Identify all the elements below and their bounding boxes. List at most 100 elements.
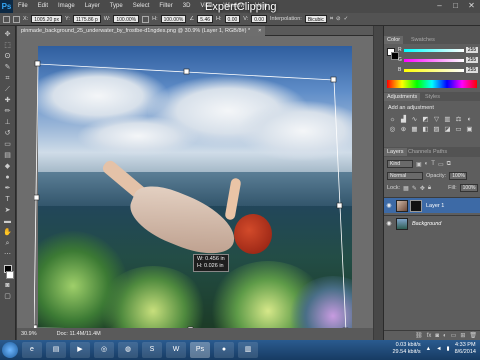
filter-type-icon[interactable]: T	[431, 161, 435, 167]
transform-handle[interactable]	[34, 60, 41, 67]
clock[interactable]: 4:33 PM 8/6/2014	[455, 342, 476, 356]
layer-name[interactable]: Background	[412, 221, 441, 227]
eraser-tool-icon[interactable]: ▭	[3, 140, 13, 149]
gradient-tool-icon[interactable]: ▤	[3, 151, 13, 160]
history-brush-tool-icon[interactable]: ↺	[3, 129, 13, 138]
chrome-icon[interactable]: ◎	[94, 342, 114, 358]
layer-name[interactable]: Layer 1	[426, 203, 444, 209]
layer-row-background[interactable]: ◉ Background	[384, 215, 480, 231]
reference-point-icon[interactable]	[13, 15, 20, 23]
explorer-icon[interactable]: ▤	[46, 342, 66, 358]
document-tab[interactable]: pinmade_background_25_underwater_by_fros…	[17, 25, 255, 36]
background-color-swatch[interactable]	[5, 271, 14, 279]
gradient-map-icon[interactable]: ▭	[454, 125, 463, 134]
layer-mask-thumbnail[interactable]	[410, 199, 422, 212]
levels-icon[interactable]: ▟	[399, 115, 408, 124]
transform-bounding-box[interactable]	[34, 56, 352, 338]
more-tools-icon[interactable]: ⋯	[3, 250, 13, 259]
filter-smart-icon[interactable]: ⧉	[447, 161, 451, 168]
curves-icon[interactable]: ∿	[410, 115, 419, 124]
commit-transform-icon[interactable]: ✓	[344, 16, 349, 22]
menu-file[interactable]: File	[13, 0, 33, 13]
filter-adjust-icon[interactable]: ◐	[425, 161, 429, 167]
clone-stamp-tool-icon[interactable]: ⊥	[3, 118, 13, 127]
photoshop-taskbar-icon[interactable]: Ps	[190, 342, 210, 358]
x-field[interactable]: 1005.20 px	[31, 15, 62, 23]
v-skew-field[interactable]: 0.00	[251, 15, 267, 23]
selective-color-icon[interactable]: ▣	[465, 125, 474, 134]
transform-handle[interactable]	[34, 194, 40, 201]
network-icon[interactable]: ▮	[447, 346, 450, 352]
close-icon[interactable]: ✕	[467, 1, 476, 10]
hue-saturation-icon[interactable]: ▥	[443, 115, 452, 124]
filter-pixel-icon[interactable]: ▣	[416, 161, 422, 168]
crop-tool-icon[interactable]: ⌗	[3, 74, 13, 83]
quick-select-tool-icon[interactable]: ✎	[3, 63, 13, 72]
visibility-eye-icon[interactable]: ◉	[384, 202, 394, 209]
word-icon[interactable]: W	[166, 342, 186, 358]
delete-layer-icon[interactable]: 🗑︎	[469, 332, 477, 339]
menu-type[interactable]: Type	[105, 0, 128, 13]
transform-tool-icon[interactable]	[3, 15, 10, 23]
ie-icon[interactable]: e	[22, 342, 42, 358]
color-lookup-icon[interactable]: ▦	[410, 125, 419, 134]
warp-icon[interactable]: ⌗	[330, 16, 333, 23]
fill-field[interactable]: 100%	[459, 184, 478, 192]
dodge-tool-icon[interactable]: ●	[3, 173, 13, 182]
channel-mixer-icon[interactable]: ⊕	[399, 125, 408, 134]
menu-layer[interactable]: Layer	[80, 0, 105, 13]
h-skew-field[interactable]: 0.00	[224, 15, 241, 23]
media-player-icon[interactable]: ▶	[70, 342, 90, 358]
transform-handle[interactable]	[183, 68, 190, 75]
new-group-icon[interactable]: ▭	[451, 332, 457, 339]
height-field[interactable]: 100.00%	[160, 15, 187, 23]
tray-arrow-icon[interactable]: ▲	[426, 346, 431, 352]
tab-adjustments[interactable]: Adjustments	[384, 93, 421, 101]
tab-swatches[interactable]: Swatches	[408, 36, 438, 44]
healing-brush-tool-icon[interactable]: ✚	[3, 96, 13, 105]
tab-styles[interactable]: Styles	[422, 93, 443, 101]
lock-all-icon[interactable]: 🔒︎	[428, 185, 431, 192]
r-slider[interactable]	[404, 49, 464, 52]
angle-field[interactable]: 5.46	[197, 15, 214, 23]
cancel-transform-icon[interactable]: ⊘	[336, 16, 341, 22]
move-tool-icon[interactable]: ✥	[3, 30, 13, 39]
recorder-icon[interactable]: ●	[214, 342, 234, 358]
color-spectrum-bar[interactable]	[387, 80, 477, 88]
y-field[interactable]: 1175.86 p	[72, 15, 101, 23]
new-layer-icon[interactable]: ⊞	[460, 332, 465, 339]
lock-transparent-icon[interactable]: ▦	[403, 185, 409, 192]
layer-row-layer-1[interactable]: ◉ Layer 1	[384, 197, 480, 213]
skype-icon[interactable]: S	[142, 342, 162, 358]
filter-shape-icon[interactable]: ▭	[438, 161, 444, 168]
opacity-field[interactable]: 100%	[449, 172, 468, 180]
start-button-icon[interactable]	[2, 342, 18, 358]
tab-layers[interactable]: Layers	[384, 148, 407, 156]
minimize-icon[interactable]: –	[435, 1, 444, 10]
volume-icon[interactable]: ◄	[436, 346, 441, 352]
menu-select[interactable]: Select	[128, 0, 155, 13]
tab-paths[interactable]: Paths	[430, 148, 450, 156]
firefox-icon[interactable]: ◍	[118, 342, 138, 358]
eyedropper-tool-icon[interactable]: ⟋	[3, 85, 13, 94]
blend-mode-select[interactable]: Normal	[387, 172, 423, 180]
zoom-tool-icon[interactable]: ⌕	[3, 239, 13, 248]
document-size[interactable]: Doc: 11.4M/11.4M	[57, 331, 101, 337]
path-selection-tool-icon[interactable]: ➤	[3, 206, 13, 215]
b-slider[interactable]	[404, 69, 464, 72]
lasso-tool-icon[interactable]: ʘ	[3, 52, 13, 61]
threshold-icon[interactable]: ◪	[443, 125, 452, 134]
lock-position-icon[interactable]: ✥	[420, 185, 425, 192]
brightness-icon[interactable]: ☼	[388, 115, 397, 124]
link-icon[interactable]	[142, 15, 150, 23]
brush-tool-icon[interactable]: ✏	[3, 107, 13, 116]
pen-tool-icon[interactable]: ✒	[3, 184, 13, 193]
add-mask-icon[interactable]: ◙	[435, 333, 439, 339]
posterize-icon[interactable]: ▨	[432, 125, 441, 134]
zoom-level[interactable]: 30.9%	[21, 331, 37, 337]
g-slider[interactable]	[404, 59, 464, 62]
folder-icon[interactable]: ▥	[238, 342, 258, 358]
quick-mask-icon[interactable]: ◙	[3, 281, 13, 290]
width-field[interactable]: 100.00%	[113, 15, 140, 23]
black-white-icon[interactable]: ◐	[465, 115, 474, 124]
